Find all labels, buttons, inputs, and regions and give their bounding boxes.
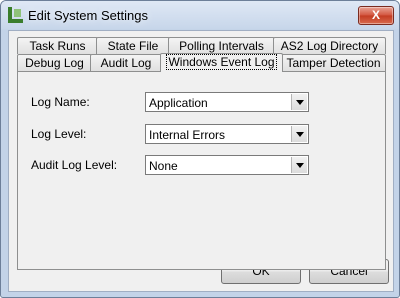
tab-panel-windows-event-log: Log Name: Application Log Level: Interna… — [17, 71, 386, 270]
tab-label: Windows Event Log — [166, 54, 277, 70]
tab-label: Debug Log — [25, 56, 84, 70]
chevron-down-icon[interactable] — [291, 94, 307, 110]
audit-log-level-value: None — [149, 159, 178, 173]
chevron-down-icon[interactable] — [291, 157, 307, 173]
tab-windows-event-log[interactable]: Windows Event Log — [160, 53, 283, 72]
tab-label: Task Runs — [29, 39, 86, 53]
tab-label: Tamper Detection — [286, 56, 381, 70]
tab-audit-log[interactable]: Audit Log — [90, 54, 162, 71]
chevron-down-icon[interactable] — [291, 126, 307, 142]
dialog-client-area: Task Runs State File Polling Intervals A… — [8, 30, 394, 292]
tab-as2-log-directory[interactable]: AS2 Log Directory — [273, 37, 386, 54]
app-icon — [8, 7, 23, 23]
log-level-label: Log Level: — [31, 127, 87, 141]
tab-label: State File — [107, 39, 159, 53]
close-icon: X — [371, 8, 380, 22]
tab-task-runs[interactable]: Task Runs — [17, 37, 98, 54]
tab-label: Polling Intervals — [179, 39, 264, 53]
tab-state-file[interactable]: State File — [96, 37, 170, 54]
log-level-value: Internal Errors — [149, 128, 226, 142]
log-name-label: Log Name: — [31, 95, 90, 109]
audit-log-level-select[interactable]: None — [145, 155, 309, 175]
window-title: Edit System Settings — [28, 8, 148, 23]
tab-polling-intervals[interactable]: Polling Intervals — [168, 37, 275, 54]
log-name-value: Application — [149, 96, 208, 110]
log-name-select[interactable]: Application — [145, 92, 309, 112]
close-button[interactable]: X — [358, 6, 394, 25]
tab-label: AS2 Log Directory — [280, 39, 379, 53]
title-bar[interactable]: Edit System Settings X — [1, 1, 399, 29]
log-level-select[interactable]: Internal Errors — [145, 124, 309, 144]
tab-tamper-detection[interactable]: Tamper Detection — [281, 54, 386, 71]
dialog-window: Edit System Settings X Task Runs State F… — [0, 0, 400, 298]
tab-label: Audit Log — [100, 56, 152, 70]
tab-debug-log[interactable]: Debug Log — [17, 54, 92, 71]
audit-log-level-label: Audit Log Level: — [31, 158, 118, 172]
